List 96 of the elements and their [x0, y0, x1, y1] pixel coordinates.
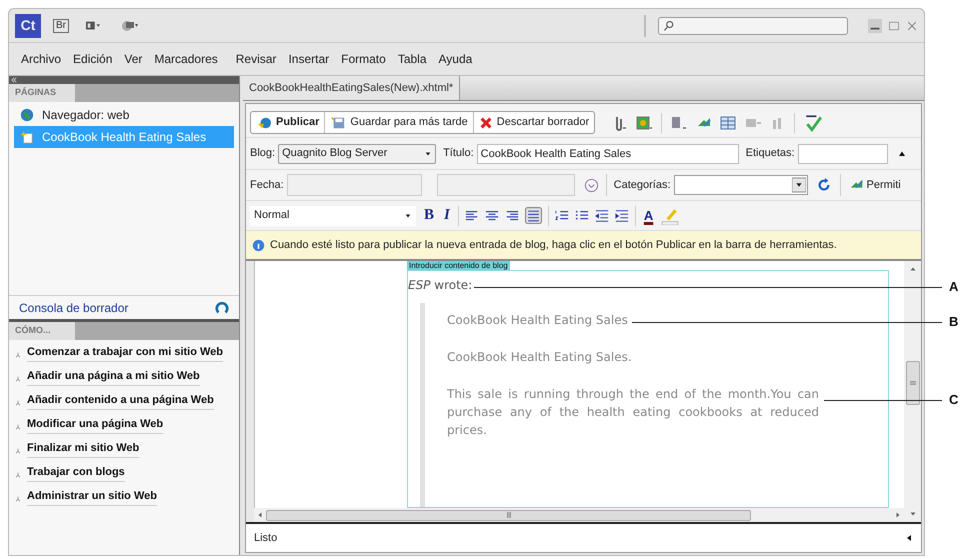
menu-item[interactable]: Tabla [398, 50, 426, 68]
scroll-right-icon [894, 511, 902, 519]
refresh-icon[interactable] [816, 178, 831, 192]
clock-icon[interactable] [584, 178, 599, 192]
quote-paragraph: This sale is running through the end of the month.You can purchase any of the health eating cookbooks at reduced prices. [447, 386, 819, 439]
how-to-link[interactable]: Modificar una página Web [27, 417, 164, 434]
maximize-icon[interactable] [888, 20, 900, 32]
align-center-icon[interactable] [484, 208, 499, 222]
figure-icon [15, 399, 21, 407]
content-region-label: Introducir contenido de blog [407, 261, 510, 270]
publish-button[interactable]: Publicar [251, 112, 324, 133]
italic-button[interactable]: I [442, 204, 452, 227]
menu-item[interactable]: Archivo [21, 50, 62, 68]
menu-item[interactable]: Edición [73, 50, 112, 68]
scroll-left-icon [256, 511, 264, 519]
numbered-list-icon[interactable] [554, 208, 569, 222]
close-icon[interactable] [906, 20, 918, 32]
quote-paragraph: CookBook Health Eating Sales. [447, 349, 632, 366]
document-tab[interactable]: CookBookHealthEatingSales(New).xhtml* [243, 76, 460, 100]
how-to-link[interactable]: Administrar un sitio Web [27, 489, 157, 506]
how-to-link[interactable]: Finalizar mi sitio Web [27, 441, 140, 458]
indent-icon[interactable] [614, 208, 629, 222]
figure-icon [15, 471, 21, 479]
scroll-up-icon [908, 265, 916, 273]
grip-icon [910, 379, 916, 387]
draft-console-link[interactable]: Consola de borrador [19, 298, 128, 316]
time-field[interactable] [436, 174, 575, 196]
collapse-icon[interactable] [11, 77, 17, 83]
globe-icon [20, 108, 34, 122]
menu-item[interactable]: Ver [124, 50, 142, 68]
blog-label: Blog: [250, 146, 276, 162]
font-color-button[interactable]: A [642, 210, 656, 222]
scroll-down-icon [908, 510, 916, 518]
style-select[interactable]: Normal [250, 206, 416, 226]
date-field[interactable] [286, 174, 422, 196]
info-icon [252, 238, 265, 252]
x-icon [478, 116, 493, 130]
figure-icon [15, 375, 21, 383]
permit-button[interactable]: Permiti [850, 176, 901, 194]
page-list-item[interactable]: Navegador: web [14, 104, 234, 126]
how-to-link[interactable]: Añadir una página a mi sitio Web [27, 369, 200, 386]
callout-label: B [949, 315, 958, 329]
tags-field[interactable] [798, 144, 888, 164]
date-label: Fecha: [250, 178, 284, 193]
categories-select[interactable] [674, 175, 808, 195]
status-text: Listo [254, 530, 278, 546]
align-left-icon[interactable] [464, 208, 479, 222]
save-button[interactable]: Guardar para más tarde [324, 112, 473, 133]
minimize-icon[interactable] [868, 18, 882, 32]
callout-label: A [949, 280, 958, 294]
app-logo[interactable]: Ct [15, 14, 41, 38]
disk-icon [330, 116, 346, 130]
refresh-icon[interactable] [215, 300, 229, 314]
tags-label: Etiquetas: [746, 146, 795, 162]
collapse-arrow-icon[interactable] [896, 150, 907, 158]
categories-label: Categorías: [614, 178, 671, 193]
image-icon[interactable] [635, 114, 654, 130]
vertical-scrollbar[interactable] [904, 261, 921, 522]
table-insert-icon[interactable] [670, 114, 688, 130]
justify-icon[interactable] [524, 207, 542, 224]
grip-icon [504, 512, 512, 518]
discard-button[interactable]: Descartar borrador [472, 112, 594, 133]
bulleted-list-icon[interactable] [574, 208, 589, 222]
byline: ESP wrote: [408, 277, 472, 294]
menu-item[interactable]: Formato [341, 50, 386, 68]
callout-label: C [949, 393, 958, 407]
dropdown-arrow-icon [792, 177, 806, 193]
figure-icon [15, 495, 21, 503]
globe-arrow-icon [256, 116, 272, 130]
how-to-link[interactable]: Comenzar a trabajar con mi sitio Web [27, 345, 224, 362]
quote-paragraph: CookBook Health Eating Sales [447, 312, 628, 329]
title-field[interactable]: CookBook Health Eating Sales [476, 144, 739, 164]
dropdown-arrow-icon [424, 150, 432, 156]
menu-item[interactable]: Insertar [288, 50, 330, 68]
blog-select[interactable]: Quagnito Blog Server [278, 144, 436, 164]
search-icon [663, 20, 675, 32]
search-field[interactable] [658, 16, 848, 34]
page-sparkle-icon [20, 130, 34, 144]
dropdown-arrow-icon [404, 212, 412, 218]
menu-item[interactable]: Marcadores [154, 50, 218, 68]
grid-icon[interactable] [720, 114, 736, 130]
figure-icon [15, 423, 21, 431]
menu-item[interactable]: Revisar [236, 50, 276, 68]
collapse-arrow-icon[interactable] [905, 533, 913, 543]
bridge-button[interactable]: Br [53, 18, 69, 32]
horizontal-scrollbar[interactable] [254, 508, 904, 522]
title-label: Título: [443, 146, 474, 162]
info-message: Cuando esté listo para publicar la nueva entrada de blog, haga clic en el botón Publicar en la barra de herramientas. [270, 238, 837, 253]
outdent-icon[interactable] [594, 208, 609, 222]
figure-icon [15, 447, 21, 455]
how-to-link[interactable]: Trabajar con blogs [27, 465, 125, 482]
figure-icon [15, 351, 21, 359]
align-right-icon[interactable] [504, 208, 519, 222]
how-to-link[interactable]: Añadir contenido a una página Web [27, 393, 214, 410]
bold-button[interactable]: B [422, 204, 436, 227]
menu-item[interactable]: Ayuda [438, 50, 472, 68]
